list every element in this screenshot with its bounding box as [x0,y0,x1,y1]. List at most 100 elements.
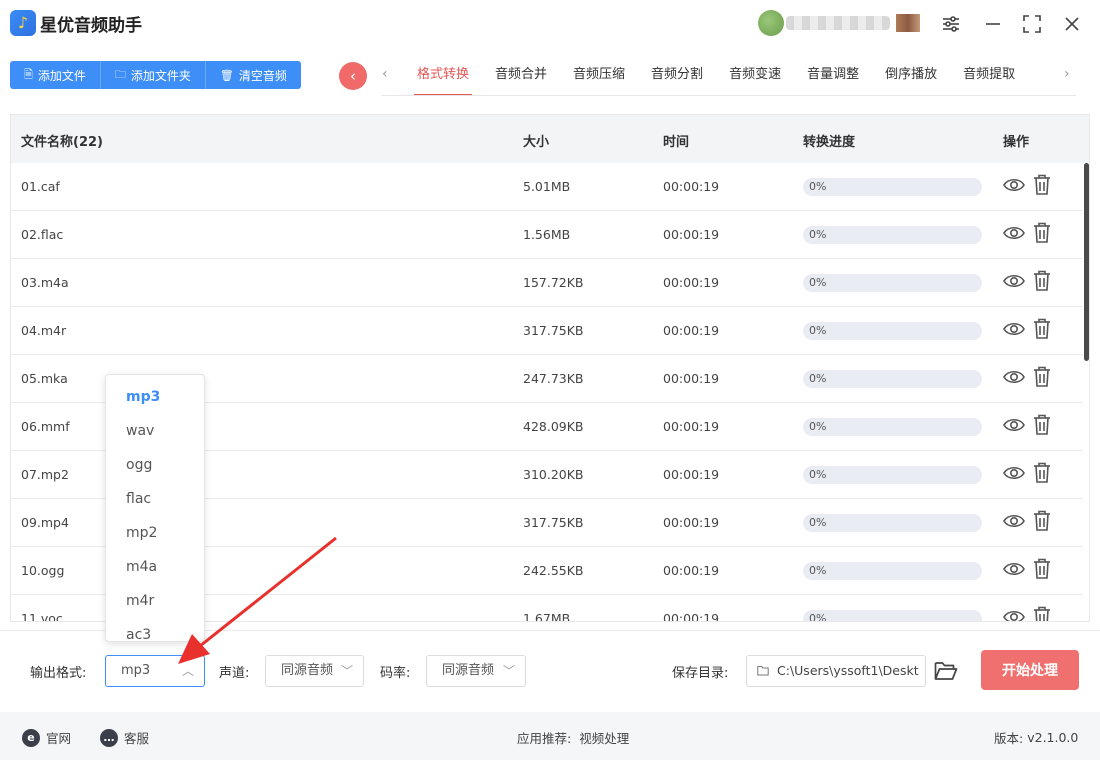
eye-icon[interactable] [1003,559,1025,579]
eye-icon[interactable] [1003,271,1025,291]
start-process-button[interactable]: 开始处理 [981,650,1079,690]
tab-reverse-play[interactable]: 倒序播放 [872,58,950,96]
tab-volume-adjust[interactable]: 音量调整 [794,58,872,96]
clear-audio-button[interactable]: 🗑 清空音频 [205,61,301,89]
close-icon[interactable] [1060,12,1084,36]
settings-sliders-icon[interactable] [939,12,963,36]
file-duration: 00:00:19 [663,515,720,530]
tab-audio-split[interactable]: 音频分割 [638,58,716,96]
video-process-link[interactable]: 视频处理 [579,728,629,747]
channel-label: 声道: [219,666,250,681]
file-size: 1.67MB [523,611,571,622]
app-logo: ♪ [10,10,36,36]
tab-audio-extract[interactable]: 音频提取 [950,58,1028,96]
table-row[interactable]: 02.flac 1.56MB 00:00:19 0% [11,211,1083,259]
eye-icon[interactable] [1003,319,1025,339]
tab-format-convert[interactable]: 格式转换 [404,58,482,96]
progress-bar: 0% [803,274,982,292]
trash-icon[interactable] [1033,270,1051,292]
save-path-field[interactable]: C:\Users\yssoft1\Deskt [746,655,926,687]
table-row[interactable]: 01.caf 5.01MB 00:00:19 0% [11,163,1083,211]
format-select[interactable]: mp3 ︿ [105,655,205,687]
file-duration: 00:00:19 [663,611,720,622]
file-name: 06.mmf [21,419,70,434]
tabs-next-icon[interactable]: › [1064,66,1070,82]
username-blurred [786,16,890,30]
file-name: 01.caf [21,179,60,194]
eye-icon[interactable] [1003,415,1025,435]
file-duration: 00:00:19 [663,275,720,290]
bitrate-select-value: 同源音频 [442,663,495,678]
trash-icon[interactable] [1033,462,1051,484]
file-name: 11.voc [21,611,63,622]
save-path-text: C:\Users\yssoft1\Deskt [777,663,919,678]
eye-icon[interactable] [1003,367,1025,387]
table-row[interactable]: 03.m4a 157.72KB 00:00:19 0% [11,259,1083,307]
format-label: 输出格式: [30,666,87,681]
format-option-m4a[interactable]: m4a [106,550,204,584]
chevron-down-icon: ﹀ [502,664,515,678]
tab-audio-merge[interactable]: 音频合并 [482,58,560,96]
toolbar: 🗎 添加文件 🗀 添加文件夹 🗑 清空音频 [10,61,301,89]
chevron-down-icon: ﹀ [340,664,353,678]
eye-icon[interactable] [1003,223,1025,243]
table-scrollbar[interactable] [1084,163,1089,361]
trash-icon[interactable] [1033,318,1051,340]
eye-icon[interactable] [1003,607,1025,622]
channel-select-value: 同源音频 [281,663,334,678]
ie-icon: e [22,728,40,747]
trash-icon[interactable] [1033,558,1051,580]
table-header: 文件名称(22) 大小 时间 转换进度 操作 [11,115,1089,163]
file-name: 03.m4a [21,275,69,290]
add-file-button[interactable]: 🗎 添加文件 [10,61,101,89]
progress-text: 0% [809,276,827,289]
trash-icon[interactable] [1033,414,1051,436]
trash-icon[interactable] [1033,606,1051,622]
trash-icon[interactable] [1033,174,1051,196]
file-size: 157.72KB [523,275,584,290]
open-folder-icon[interactable] [934,660,958,682]
file-name: 02.flac [21,227,64,242]
avatar[interactable] [758,10,784,36]
website-link[interactable]: e 官网 [22,728,71,747]
format-option-ac3[interactable]: ac3 [106,618,204,641]
eye-icon[interactable] [1003,463,1025,483]
tabs-prev-icon[interactable]: ‹ [382,66,388,82]
trash-icon[interactable] [1033,510,1051,532]
file-size: 317.75KB [523,323,584,338]
progress-text: 0% [809,564,827,577]
format-select-value: mp3 [121,663,151,678]
progress-bar: 0% [803,226,982,244]
channel-select[interactable]: 同源音频 ﹀ [265,655,364,687]
eye-icon[interactable] [1003,511,1025,531]
trash-icon[interactable] [1033,366,1051,388]
progress-text: 0% [809,612,827,622]
back-arrow-icon[interactable]: ‹ [339,62,367,90]
vip-badge[interactable] [896,14,920,32]
status-bar: e 官网 … 客服 应用推荐: 视频处理 版本: v2.1.0.0 [0,712,1100,760]
tab-audio-compress[interactable]: 音频压缩 [560,58,638,96]
progress-bar: 0% [803,466,982,484]
chat-bubble-icon: … [100,728,118,747]
trash-icon[interactable] [1033,222,1051,244]
format-option-wav[interactable]: wav [106,414,204,448]
format-option-ogg[interactable]: ogg [106,448,204,482]
format-option-m4r[interactable]: m4r [106,584,204,618]
bitrate-select[interactable]: 同源音频 ﹀ [426,655,526,687]
format-option-mp3[interactable]: mp3 [106,380,204,414]
title-bar: ♪ 星优音频助手 [0,0,1100,48]
format-option-mp2[interactable]: mp2 [106,516,204,550]
tab-audio-speed[interactable]: 音频变速 [716,58,794,96]
file-duration: 00:00:19 [663,371,720,386]
progress-text: 0% [809,180,827,193]
minimize-icon[interactable] [981,12,1005,36]
add-folder-button[interactable]: 🗀 添加文件夹 [100,61,206,89]
chevron-up-icon: ︿ [181,664,194,678]
tab-bar: 格式转换 音频合并 音频压缩 音频分割 音频变速 音量调整 倒序播放 音频提取 [404,58,1028,96]
format-option-flac[interactable]: flac [106,482,204,516]
eye-icon[interactable] [1003,175,1025,195]
table-row[interactable]: 04.m4r 317.75KB 00:00:19 0% [11,307,1083,355]
maximize-icon[interactable] [1020,12,1044,36]
customer-service-link[interactable]: … 客服 [100,728,149,747]
file-duration: 00:00:19 [663,419,720,434]
